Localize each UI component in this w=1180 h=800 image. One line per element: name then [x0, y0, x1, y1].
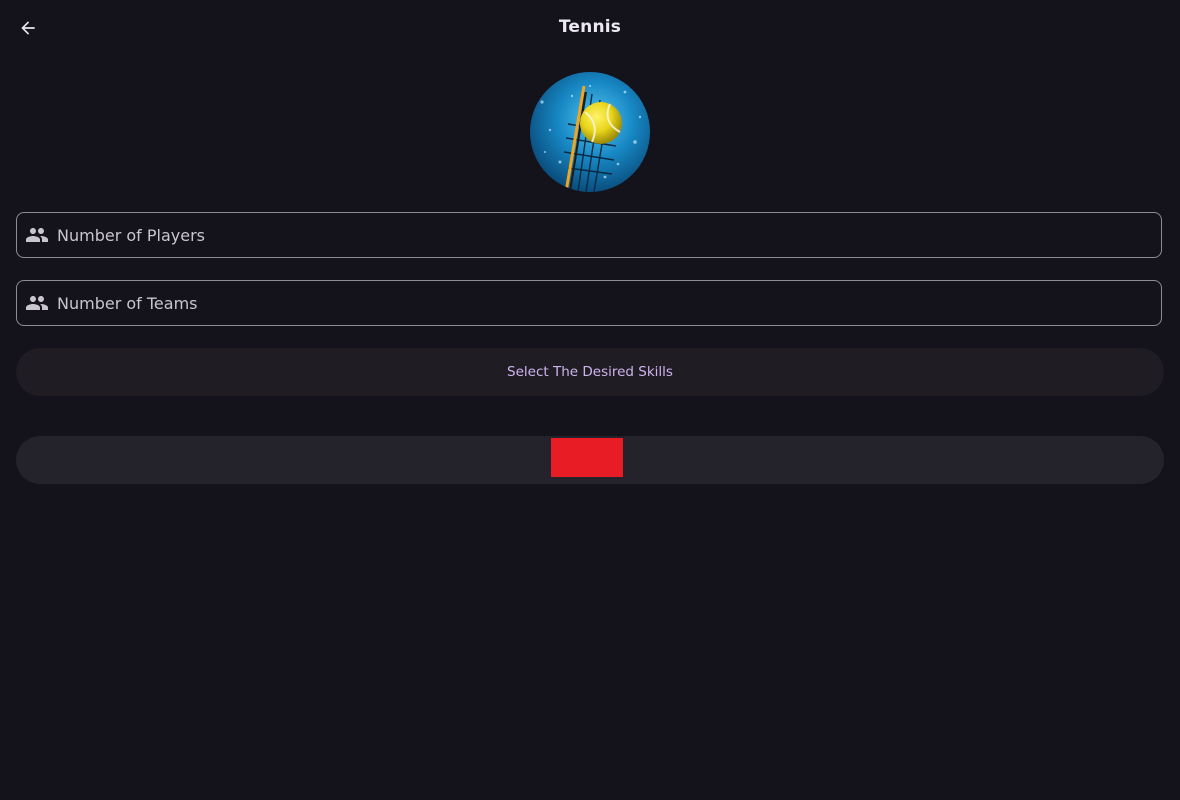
- select-skills-label: Select The Desired Skills: [507, 364, 673, 380]
- number-of-players-input[interactable]: [57, 215, 1161, 255]
- people-icon: [25, 291, 49, 315]
- people-icon: [25, 223, 49, 247]
- number-of-teams-field[interactable]: [16, 280, 1162, 326]
- app-bar: Tennis: [0, 0, 1180, 56]
- page-title: Tennis: [558, 17, 622, 37]
- number-of-players-field[interactable]: [16, 212, 1162, 258]
- red-overlay-block: [551, 438, 623, 477]
- sport-image: [530, 72, 650, 192]
- select-skills-button[interactable]: Select The Desired Skills: [16, 348, 1164, 396]
- number-of-teams-input[interactable]: [57, 283, 1161, 323]
